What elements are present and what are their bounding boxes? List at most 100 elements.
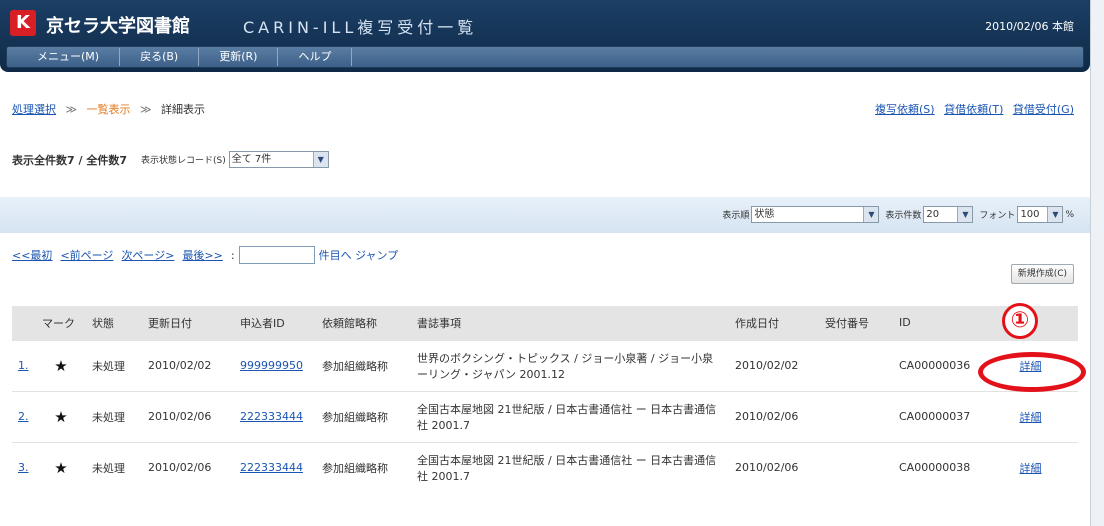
record-state-value: 全て 7件 xyxy=(231,154,272,165)
star-icon: ★ xyxy=(36,339,86,391)
copy-request-link[interactable]: 複写依頼(S) xyxy=(875,103,935,116)
page-subtitle: CARIN-ILL複写受付一覧 xyxy=(243,18,478,37)
display-controls-band: 表示順 状態 ▼ 表示件数 20 ▼ フォント 100 ▼ % xyxy=(0,197,1090,233)
font-select[interactable]: 100 ▼ xyxy=(1017,206,1064,223)
row-updated: 2010/02/06 xyxy=(142,441,234,493)
menu-bar: メニュー(M) 戻る(B) 更新(R) ヘルプ xyxy=(6,46,1084,68)
menu-item-back[interactable]: 戻る(B) xyxy=(120,48,200,66)
row-updated: 2010/02/06 xyxy=(142,390,234,442)
row-created: 2010/02/06 xyxy=(729,390,819,442)
kyocera-logo-icon: K xyxy=(10,10,36,36)
menu-item-refresh[interactable]: 更新(R) xyxy=(199,48,279,66)
col-header-mark[interactable]: マーク xyxy=(36,306,86,340)
count-text: 表示全件数7 / 全件数7 xyxy=(12,153,127,167)
display-controls: 表示順 状態 ▼ 表示件数 20 ▼ フォント 100 ▼ % xyxy=(716,206,1074,223)
row-bibliography: 全国古本屋地図 21世紀版 / 日本古書通信社 ー 日本古書通信社 2001.7 xyxy=(411,390,729,442)
row-status: 未処理 xyxy=(86,339,142,391)
row-updated: 2010/02/02 xyxy=(142,339,234,391)
sort-value: 状態 xyxy=(754,209,775,220)
table-header-row: マーク 状態 更新日付 申込者ID 依頼館略称 書誌事項 作成日付 受付番号 I… xyxy=(12,306,1078,340)
chevron-down-icon: ▼ xyxy=(957,207,973,222)
vertical-scrollbar[interactable] xyxy=(1090,0,1104,526)
table-row: 1. ★ 未処理 2010/02/02 999999950 参加組織略称 世界の… xyxy=(12,339,1078,391)
percent-label: % xyxy=(1065,209,1074,220)
breadcrumb-separator: ≫ xyxy=(65,103,78,116)
row-bibliography: 世界のボクシング・トピックス / ジョー小泉著 / ジョー小泉 ーリング・ジャパ… xyxy=(411,339,729,391)
row-bibliography: 全国古本屋地図 21世紀版 / 日本古書通信社 ー 日本古書通信社 2001.7 xyxy=(411,441,729,493)
row-library: 参加組織略称 xyxy=(316,390,411,442)
app-header: K 京セラ大学図書館 CARIN-ILL複写受付一覧 2010/02/06 本館… xyxy=(0,0,1090,72)
col-header-bibliography[interactable]: 書誌事項 xyxy=(411,306,729,340)
col-header-library[interactable]: 依頼館略称 xyxy=(316,306,411,340)
record-state-select[interactable]: 全て 7件 ▼ xyxy=(228,151,329,168)
col-header-no xyxy=(12,306,36,340)
record-counts: 表示全件数7 / 全件数7 表示状態レコード(S) 全て 7件 ▼ xyxy=(12,151,329,168)
row-created: 2010/02/02 xyxy=(729,339,819,391)
jump-page-input[interactable] xyxy=(238,246,315,264)
row-receipt xyxy=(819,339,893,391)
chevron-down-icon: ▼ xyxy=(863,207,879,222)
row-receipt xyxy=(819,441,893,493)
col-header-id[interactable]: ID xyxy=(893,306,983,340)
col-header-applicant[interactable]: 申込者ID xyxy=(234,306,316,340)
sort-select[interactable]: 状態 ▼ xyxy=(751,206,880,223)
menu-item-help[interactable]: ヘルプ xyxy=(278,48,353,66)
top-links: 複写依頼(S) 貸借依頼(T) 貸借受付(G) xyxy=(869,101,1074,117)
header-date: 2010/02/06 本館 xyxy=(985,20,1074,33)
jump-link[interactable]: 件目へ ジャンプ xyxy=(319,247,399,263)
breadcrumb: 処理選択 ≫ 一覧表示 ≫ 詳細表示 xyxy=(12,101,205,117)
loan-request-link[interactable]: 貸借依頼(T) xyxy=(944,103,1003,116)
col-header-updated[interactable]: 更新日付 xyxy=(142,306,234,340)
row-library: 参加組織略称 xyxy=(316,441,411,493)
breadcrumb-list-view: 一覧表示 xyxy=(86,103,131,116)
pager-last[interactable]: 最後>> xyxy=(182,247,222,263)
row-applicant-link[interactable]: 222333444 xyxy=(240,410,303,423)
row-detail-link[interactable]: 詳細 xyxy=(1020,411,1042,424)
row-receipt xyxy=(819,390,893,442)
count-value: 20 xyxy=(926,209,940,220)
annotation-marker-1: ① xyxy=(1002,303,1038,339)
chevron-down-icon: ▼ xyxy=(312,152,328,167)
pager-next[interactable]: 次ページ> xyxy=(121,247,174,263)
row-applicant-link[interactable]: 999999950 xyxy=(240,359,303,372)
table-row: 2. ★ 未処理 2010/02/06 222333444 参加組織略称 全国古… xyxy=(12,390,1078,442)
sort-label: 表示順 xyxy=(722,211,750,221)
breadcrumb-detail-view: 詳細表示 xyxy=(161,103,206,116)
row-number-link[interactable]: 3. xyxy=(18,461,29,474)
star-icon: ★ xyxy=(36,441,86,493)
new-create-button[interactable]: 新規作成(C) xyxy=(1010,264,1074,284)
pager-first[interactable]: <<最初 xyxy=(12,247,52,263)
col-header-receipt[interactable]: 受付番号 xyxy=(819,306,893,340)
pager-prev[interactable]: <前ページ xyxy=(60,247,113,263)
library-title: 京セラ大学図書館 xyxy=(46,16,190,37)
count-label: 表示件数 xyxy=(885,211,922,221)
menu-item-menu[interactable]: メニュー(M) xyxy=(7,48,121,66)
col-header-created[interactable]: 作成日付 xyxy=(729,306,819,340)
loan-receipt-link[interactable]: 貸借受付(G) xyxy=(1013,103,1074,116)
record-state-label: 表示状態レコード(S) xyxy=(140,156,226,166)
row-id: CA00000036 xyxy=(893,339,983,391)
row-status: 未処理 xyxy=(86,390,142,442)
row-id: CA00000038 xyxy=(893,441,983,493)
results-table: マーク 状態 更新日付 申込者ID 依頼館略称 書誌事項 作成日付 受付番号 I… xyxy=(12,306,1078,493)
chevron-down-icon: ▼ xyxy=(1047,207,1063,222)
row-id: CA00000037 xyxy=(893,390,983,442)
font-label: フォント xyxy=(979,211,1016,221)
row-created: 2010/02/06 xyxy=(729,441,819,493)
row-status: 未処理 xyxy=(86,441,142,493)
breadcrumb-separator: ≫ xyxy=(140,103,152,116)
pager-colon: : xyxy=(230,248,235,262)
col-header-status[interactable]: 状態 xyxy=(86,306,142,340)
star-icon: ★ xyxy=(36,390,86,442)
row-library: 参加組織略称 xyxy=(316,339,411,391)
count-select[interactable]: 20 ▼ xyxy=(923,206,974,223)
table-row: 3. ★ 未処理 2010/02/06 222333444 参加組織略称 全国古… xyxy=(12,441,1078,493)
font-value: 100 xyxy=(1020,209,1040,220)
breadcrumb-process-select[interactable]: 処理選択 xyxy=(12,103,56,116)
row-detail-link[interactable]: 詳細 xyxy=(1020,462,1042,475)
row-number-link[interactable]: 1. xyxy=(18,359,29,372)
row-number-link[interactable]: 2. xyxy=(18,410,29,423)
row-applicant-link[interactable]: 222333444 xyxy=(240,461,303,474)
pager: <<最初 <前ページ 次ページ> 最後>> : 件目へ ジャンプ xyxy=(12,246,406,264)
row-detail-link[interactable]: 詳細 xyxy=(1020,360,1042,373)
